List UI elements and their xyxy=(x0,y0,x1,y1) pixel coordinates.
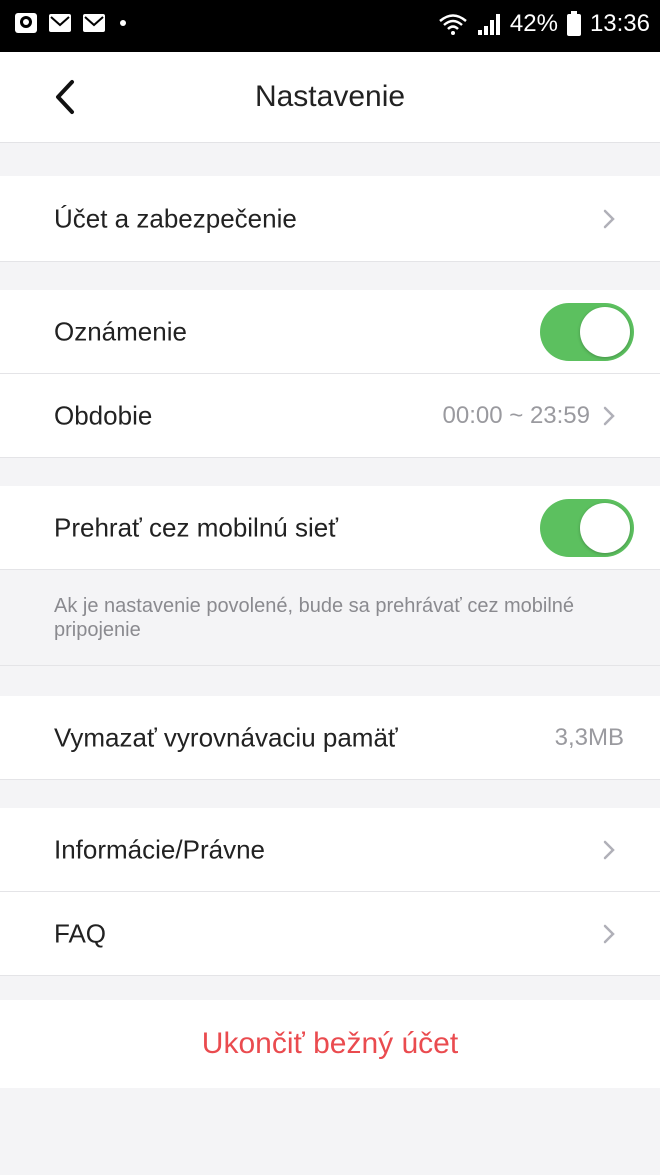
account-security-row[interactable]: Účet a zabezpečenie xyxy=(0,176,660,262)
more-notifications-dot xyxy=(120,20,126,26)
period-label: Obdobie xyxy=(54,400,153,430)
notification-toggle[interactable] xyxy=(540,302,634,361)
header: Nastavenie xyxy=(0,52,660,143)
mobile-play-label: Prehrať cez mobilnú sieť xyxy=(54,512,338,542)
chat-icon xyxy=(15,13,37,33)
account-security-label: Účet a zabezpečenie xyxy=(54,203,297,233)
wifi-icon xyxy=(439,14,467,35)
logout-button[interactable]: Ukončiť bežný účet xyxy=(0,1000,660,1088)
mobile-play-toggle[interactable] xyxy=(540,498,634,557)
battery-percent: 42% xyxy=(509,10,558,37)
toggle-knob xyxy=(580,502,630,553)
notification-row: Oznámenie xyxy=(0,290,660,374)
signal-icon xyxy=(477,14,500,35)
status-notifications xyxy=(14,12,126,34)
mail-icon xyxy=(83,14,105,32)
mobile-play-note: Ak je nastavenie povolené, bude sa prehr… xyxy=(0,570,660,666)
clock: 13:36 xyxy=(589,10,650,37)
toggle-knob xyxy=(580,306,630,357)
clear-cache-row[interactable]: Vymazať vyrovnávaciu pamäť 3,3MB xyxy=(0,696,660,780)
faq-row[interactable]: FAQ xyxy=(0,892,660,976)
chevron-right-icon xyxy=(603,406,615,425)
period-value: 00:00 ~ 23:59 xyxy=(442,401,590,429)
notification-label: Oznámenie xyxy=(54,316,187,346)
info-legal-label: Informácie/Právne xyxy=(54,834,265,864)
chevron-right-icon xyxy=(603,924,615,943)
status-bar: 42% 13:36 xyxy=(0,0,660,52)
page-title: Nastavenie xyxy=(254,80,406,113)
clear-cache-label: Vymazať vyrovnávaciu pamäť xyxy=(54,722,398,752)
mobile-play-note-text: Ak je nastavenie povolené, bude sa prehr… xyxy=(54,595,575,641)
logout-label: Ukončiť bežný účet xyxy=(201,1027,459,1060)
battery-icon xyxy=(566,11,581,36)
chevron-right-icon xyxy=(603,840,615,859)
info-legal-row[interactable]: Informácie/Právne xyxy=(0,808,660,892)
cache-size: 3,3MB xyxy=(554,723,624,751)
chevron-right-icon xyxy=(603,209,615,228)
faq-label: FAQ xyxy=(54,918,107,948)
mail-icon xyxy=(49,14,71,32)
mobile-play-row: Prehrať cez mobilnú sieť xyxy=(0,486,660,570)
period-row[interactable]: Obdobie 00:00 ~ 23:59 xyxy=(0,374,660,458)
